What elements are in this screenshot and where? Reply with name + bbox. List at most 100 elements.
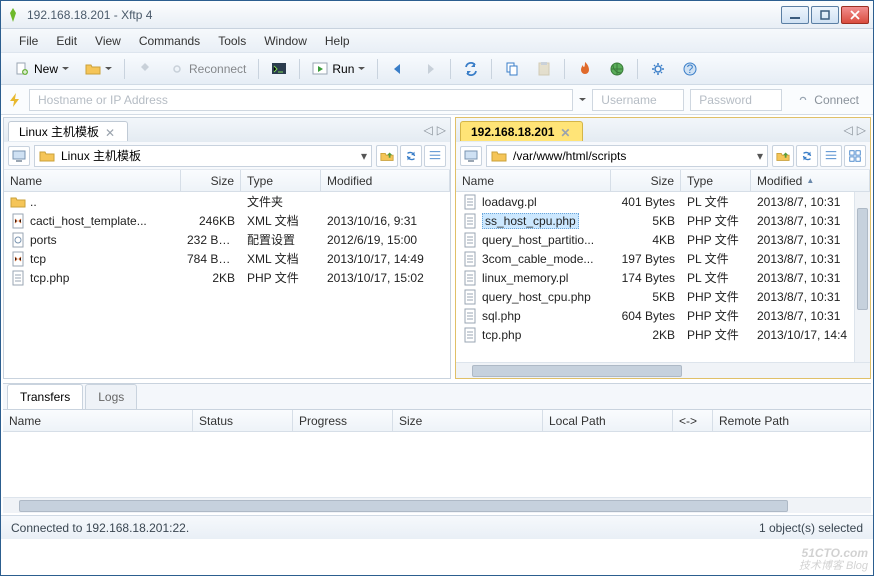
connect-button[interactable]: Connect bbox=[788, 89, 867, 111]
local-path-combo[interactable]: Linux 主机模板 ▾ bbox=[34, 145, 372, 167]
sync-button[interactable] bbox=[456, 57, 486, 81]
col-type[interactable]: Type bbox=[681, 170, 751, 191]
col-progress[interactable]: Progress bbox=[293, 410, 393, 431]
reconnect-button[interactable]: Reconnect bbox=[162, 57, 253, 81]
back-button[interactable] bbox=[383, 57, 413, 81]
next-tab-icon[interactable]: ▷ bbox=[857, 123, 866, 137]
close-button[interactable] bbox=[841, 6, 869, 24]
local-file-list[interactable]: ..文件夹cacti_host_template...246KBXML 文档20… bbox=[4, 192, 450, 378]
remote-file-list[interactable]: loadavg.pl401 BytesPL 文件2013/8/7, 10:31s… bbox=[456, 192, 870, 362]
up-button[interactable] bbox=[772, 145, 794, 167]
scrollbar-vertical[interactable] bbox=[854, 192, 870, 362]
list-view-button[interactable] bbox=[820, 145, 842, 167]
run-button[interactable]: Run bbox=[305, 57, 372, 81]
firewall-button[interactable] bbox=[570, 57, 600, 81]
file-row[interactable]: ..文件夹 bbox=[4, 192, 450, 211]
prev-tab-icon[interactable]: ◁ bbox=[424, 123, 433, 137]
remote-pathbar: /var/www/html/scripts ▾ bbox=[456, 142, 870, 170]
prev-tab-icon[interactable]: ◁ bbox=[844, 123, 853, 137]
file-icon bbox=[462, 194, 478, 210]
file-row[interactable]: tcp.php2KBPHP 文件2013/10/17, 15:02 bbox=[4, 268, 450, 287]
file-row[interactable]: tcp784 BytesXML 文档2013/10/17, 14:49 bbox=[4, 249, 450, 268]
forward-button[interactable] bbox=[415, 57, 445, 81]
col-direction[interactable]: <-> bbox=[673, 410, 713, 431]
menu-window[interactable]: Window bbox=[256, 31, 315, 51]
help-button[interactable]: ? bbox=[675, 57, 705, 81]
close-icon[interactable]: ✕ bbox=[105, 126, 117, 138]
scroll-thumb[interactable] bbox=[19, 500, 788, 512]
maximize-button[interactable] bbox=[811, 6, 839, 24]
col-type[interactable]: Type bbox=[241, 170, 321, 191]
file-row[interactable]: 3com_cable_mode...197 BytesPL 文件2013/8/7… bbox=[456, 249, 870, 268]
col-status[interactable]: Status bbox=[193, 410, 293, 431]
computer-icon[interactable] bbox=[8, 146, 30, 166]
view-mode-button[interactable] bbox=[844, 145, 866, 167]
col-name[interactable]: Name bbox=[3, 410, 193, 431]
file-row[interactable]: query_host_cpu.php5KBPHP 文件2013/8/7, 10:… bbox=[456, 287, 870, 306]
tab-logs[interactable]: Logs bbox=[85, 384, 137, 410]
menu-view[interactable]: View bbox=[87, 31, 129, 51]
file-row[interactable]: ports232 Bytes配置设置2012/6/19, 15:00 bbox=[4, 230, 450, 249]
file-row[interactable]: ss_host_cpu.php5KBPHP 文件2013/8/7, 10:31 bbox=[456, 211, 870, 230]
local-tab[interactable]: Linux 主机模板 ✕ bbox=[8, 121, 128, 141]
up-button[interactable] bbox=[376, 145, 398, 167]
disconnect-button[interactable] bbox=[130, 57, 160, 81]
chevron-down-icon[interactable] bbox=[579, 96, 586, 103]
password-input[interactable] bbox=[690, 89, 782, 111]
file-modified: 2013/10/16, 9:31 bbox=[321, 214, 450, 228]
paste-button[interactable] bbox=[529, 57, 559, 81]
file-row[interactable]: linux_memory.pl174 BytesPL 文件2013/8/7, 1… bbox=[456, 268, 870, 287]
file-icon bbox=[462, 251, 478, 267]
new-button[interactable]: New bbox=[7, 57, 76, 81]
file-row[interactable]: query_host_partitio...4KBPHP 文件2013/8/7,… bbox=[456, 230, 870, 249]
next-tab-icon[interactable]: ▷ bbox=[437, 123, 446, 137]
file-row[interactable]: cacti_host_template...246KBXML 文档2013/10… bbox=[4, 211, 450, 230]
menu-edit[interactable]: Edit bbox=[48, 31, 85, 51]
settings-button[interactable] bbox=[643, 57, 673, 81]
file-name-cell: tcp.php bbox=[456, 327, 611, 343]
menu-help[interactable]: Help bbox=[317, 31, 358, 51]
col-modified[interactable]: Modified bbox=[321, 170, 450, 191]
file-name-cell: cacti_host_template... bbox=[4, 213, 181, 229]
menu-file[interactable]: File bbox=[11, 31, 46, 51]
file-name-cell: query_host_partitio... bbox=[456, 232, 611, 248]
scroll-thumb[interactable] bbox=[472, 365, 682, 377]
col-size[interactable]: Size bbox=[393, 410, 543, 431]
col-size[interactable]: Size bbox=[181, 170, 241, 191]
computer-icon[interactable] bbox=[460, 146, 482, 166]
refresh-button[interactable] bbox=[400, 145, 422, 167]
scrollbar-horizontal[interactable] bbox=[456, 362, 870, 378]
minimize-button[interactable] bbox=[781, 6, 809, 24]
local-path: Linux 主机模板 bbox=[61, 147, 141, 164]
file-row[interactable]: tcp.php2KBPHP 文件2013/10/17, 14:4 bbox=[456, 325, 870, 344]
username-input[interactable] bbox=[592, 89, 684, 111]
close-icon[interactable]: ✕ bbox=[560, 126, 572, 138]
terminal-button[interactable] bbox=[264, 57, 294, 81]
globe-button[interactable] bbox=[602, 57, 632, 81]
scroll-thumb[interactable] bbox=[857, 208, 868, 310]
copy-button[interactable] bbox=[497, 57, 527, 81]
col-remote-path[interactable]: Remote Path bbox=[713, 410, 871, 431]
file-type: PHP 文件 bbox=[681, 307, 751, 324]
col-modified[interactable]: Modified▲ bbox=[751, 170, 870, 191]
file-icon bbox=[10, 194, 26, 210]
tab-transfers[interactable]: Transfers bbox=[7, 384, 83, 410]
col-local-path[interactable]: Local Path bbox=[543, 410, 673, 431]
remote-tab[interactable]: 192.168.18.201 ✕ bbox=[460, 121, 583, 141]
scrollbar-horizontal[interactable] bbox=[3, 497, 871, 513]
file-type: PHP 文件 bbox=[681, 231, 751, 248]
menu-commands[interactable]: Commands bbox=[131, 31, 208, 51]
col-size[interactable]: Size bbox=[611, 170, 681, 191]
file-row[interactable]: loadavg.pl401 BytesPL 文件2013/8/7, 10:31 bbox=[456, 192, 870, 211]
host-input[interactable] bbox=[29, 89, 573, 111]
transfer-list[interactable] bbox=[3, 432, 871, 497]
menu-tools[interactable]: Tools bbox=[210, 31, 254, 51]
col-name[interactable]: Name bbox=[4, 170, 181, 191]
col-name[interactable]: Name bbox=[456, 170, 611, 191]
file-row[interactable]: sql.php604 BytesPHP 文件2013/8/7, 10:31 bbox=[456, 306, 870, 325]
list-view-button[interactable] bbox=[424, 145, 446, 167]
open-button[interactable] bbox=[78, 57, 119, 81]
sync-icon bbox=[463, 61, 479, 77]
remote-path-combo[interactable]: /var/www/html/scripts ▾ bbox=[486, 145, 768, 167]
refresh-button[interactable] bbox=[796, 145, 818, 167]
